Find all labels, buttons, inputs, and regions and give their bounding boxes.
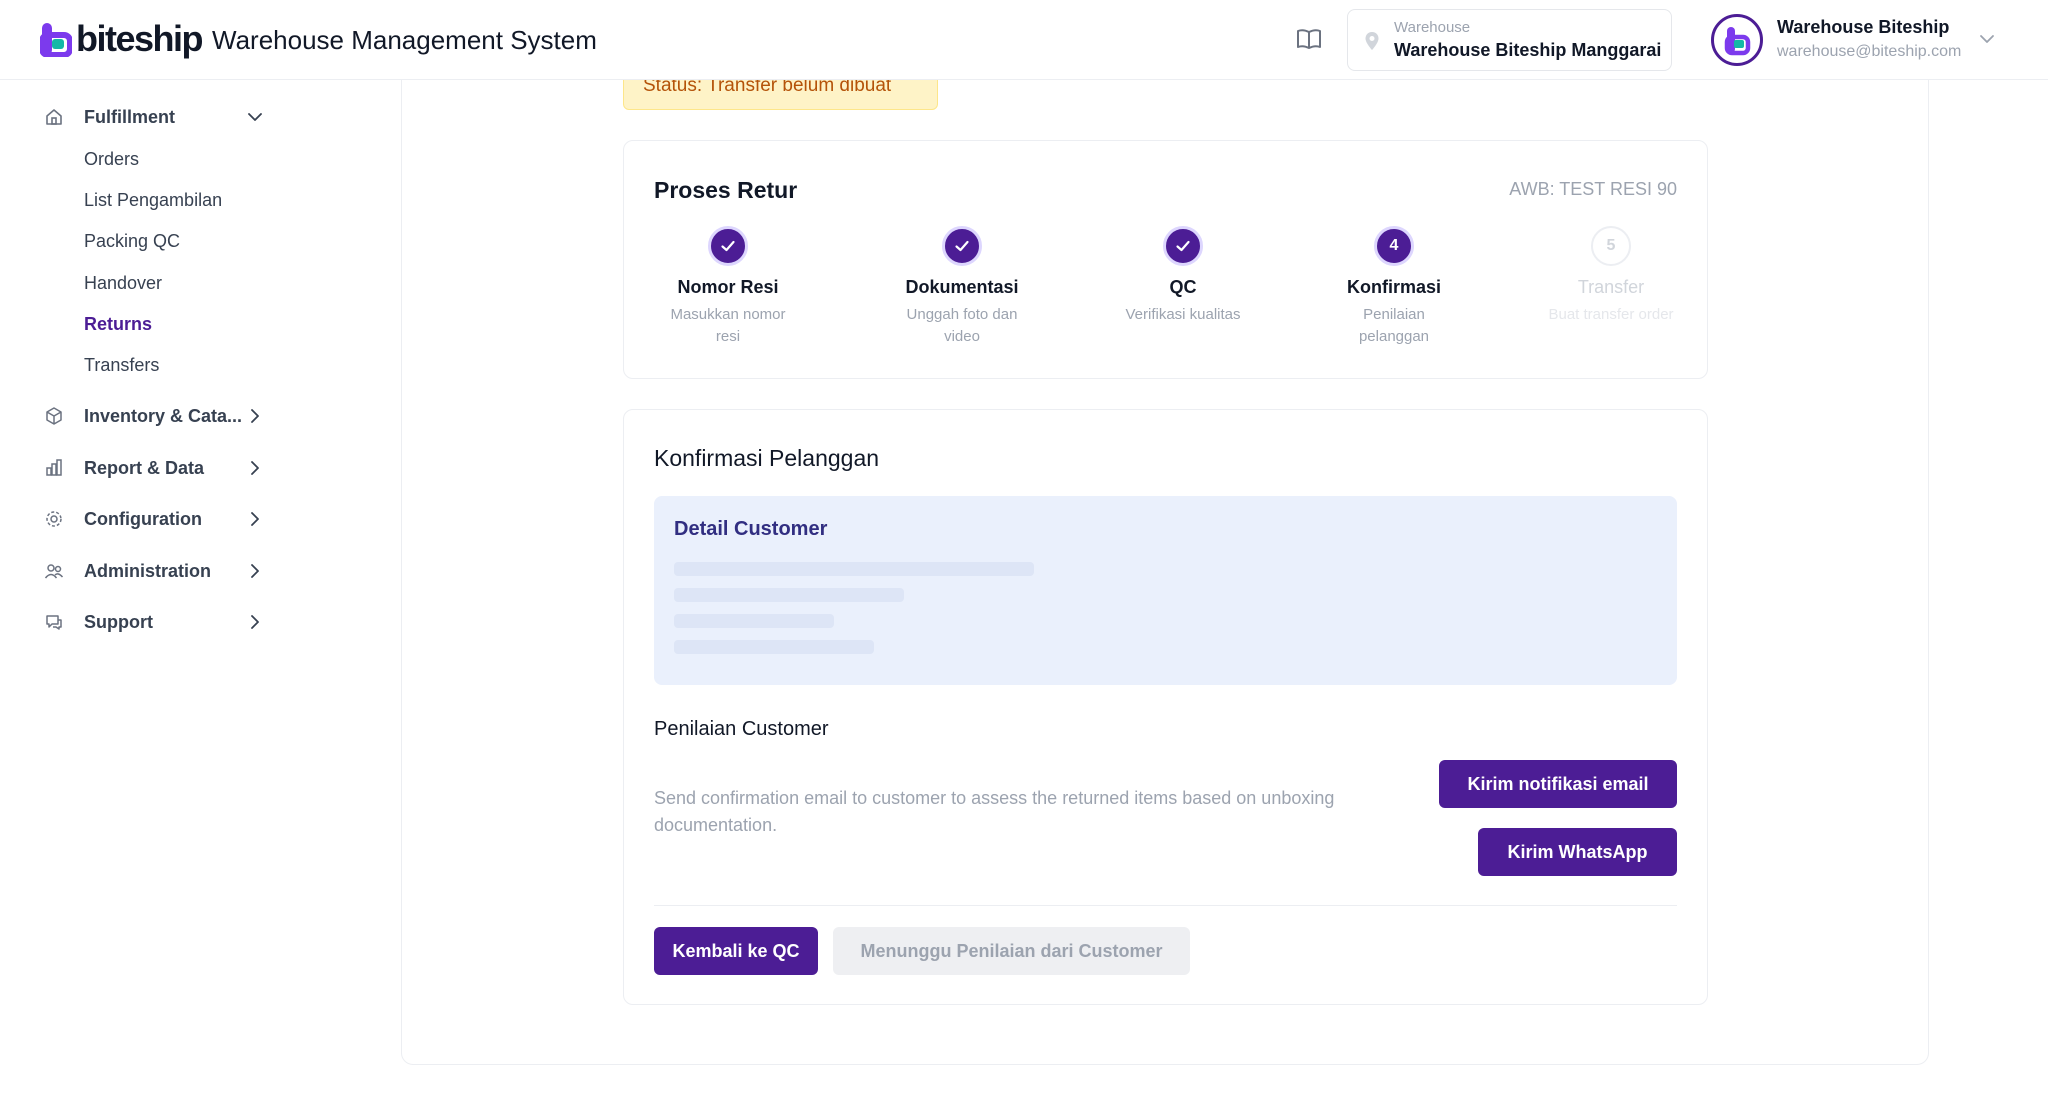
step-number: 5 [1591,226,1631,266]
user-email: warehouse@biteship.com [1777,43,1962,60]
biteship-logo[interactable]: biteship [40,18,204,59]
sidebar-group-configuration[interactable]: Configuration [0,499,290,539]
chevron-right-icon [251,461,259,475]
app-title: Warehouse Management System [212,25,597,55]
sidebar-group-label: Administration [84,560,212,581]
step-check-icon [708,226,748,266]
chevron-right-icon [251,615,259,629]
sidebar-item-packing-qc[interactable]: Packing QC [84,231,180,252]
redacted-customer-line [674,640,874,654]
back-to-qc-button[interactable]: Kembali ke QC [654,927,818,975]
users-icon [44,564,64,579]
redacted-customer-line [674,588,904,602]
step-subtitle: Masukkan nomor resi [670,306,786,345]
warehouse-selector[interactable]: Warehouse Warehouse Biteship Manggarai [1347,9,1672,71]
sidebar-group-label: Report & Data [84,457,205,478]
user-name[interactable]: Warehouse Biteship [1777,17,1949,38]
step-subtitle: Verifikasi kualitas [1125,306,1241,323]
sidebar-item-handover[interactable]: Handover [84,273,162,294]
awb-number: AWB: TEST RESI 90 [1509,179,1677,199]
top-header: biteship Warehouse Management System War… [0,0,2048,80]
logo-text: biteship [76,18,204,59]
warehouse-label: Warehouse [1394,19,1471,36]
sidebar-group-administration[interactable]: Administration [0,551,290,591]
avatar-logo-icon [1724,27,1751,56]
sidebar-item-returns[interactable]: Returns [84,314,152,335]
sidebar-item-orders[interactable]: Orders [84,149,139,170]
step-title: Nomor Resi [677,277,779,297]
step-title: Dokumentasi [905,277,1019,297]
sidebar-group-label: Inventory & Cata... [84,405,243,426]
sidebar-group-label: Configuration [84,508,202,529]
step-dokumentasi: Dokumentasi Unggah foto dan video [862,226,1062,348]
penilaian-description: Send confirmation email to customer to a… [654,788,1335,835]
konfirmasi-pelanggan-card: Konfirmasi Pelanggan Detail Customer Pen… [623,409,1708,1005]
detail-customer-title: Detail Customer [674,518,828,540]
warehouse-name: Warehouse Biteship Manggarai [1394,40,1662,60]
sidebar-item-transfers[interactable]: Transfers [84,355,159,376]
sidebar-group-support[interactable]: Support [0,602,290,642]
chevron-down-icon [248,113,262,121]
send-whatsapp-button[interactable]: Kirim WhatsApp [1478,828,1677,876]
proses-retur-card: Proses Retur AWB: TEST RESI 90 Nomor Res… [623,140,1708,379]
step-subtitle: Unggah foto dan video [906,306,1018,345]
sidebar-group-inventory[interactable]: Inventory & Cata... [0,396,290,436]
step-qc: QC Verifikasi kualitas [1083,226,1283,326]
redacted-customer-line [674,562,1034,576]
step-number: 4 [1374,226,1414,266]
sidebar-group-report[interactable]: Report & Data [0,448,290,488]
chat-icon [46,615,62,630]
step-konfirmasi: 4 Konfirmasi Penilaian pelanggan [1294,226,1494,348]
step-title: Konfirmasi [1346,277,1442,297]
sidebar-group-label: Support [84,611,153,632]
detail-customer-box: Detail Customer [654,496,1677,685]
gear-icon [46,511,62,527]
waiting-assessment-button: Menunggu Penilaian dari Customer [833,927,1190,975]
chevron-right-icon [251,564,259,578]
location-pin-icon [1365,32,1379,50]
sidebar-group-label: Fulfillment [84,106,175,127]
step-nomor-resi: Nomor Resi Masukkan nomor resi [628,226,828,348]
user-avatar[interactable] [1711,14,1763,66]
sidebar: Fulfillment Orders List Pengambilan Pack… [0,80,290,1116]
step-title: Transfer [1577,277,1645,297]
step-check-icon [942,226,982,266]
step-title: QC [1169,277,1197,297]
divider [654,905,1677,906]
biteship-logo-icon [40,23,72,57]
bar-chart-icon [46,459,62,476]
penilaian-customer-title: Penilaian Customer [654,718,829,740]
chevron-right-icon [251,409,259,423]
step-subtitle: Penilaian pelanggan [1358,306,1430,345]
redacted-customer-line [674,614,834,628]
chevron-down-icon[interactable] [1978,30,1996,48]
box-icon [46,407,62,425]
konfirmasi-title: Konfirmasi Pelanggan [654,445,880,471]
proses-retur-title: Proses Retur [654,177,798,203]
book-icon[interactable] [1296,28,1322,50]
send-email-button[interactable]: Kirim notifikasi email [1439,760,1677,808]
step-transfer: 5 Transfer Buat transfer order [1511,226,1711,326]
step-subtitle: Buat transfer order [1548,306,1674,323]
sidebar-group-fulfillment[interactable]: Fulfillment [0,97,290,137]
sidebar-item-list-pengambilan[interactable]: List Pengambilan [84,190,222,211]
home-icon [46,109,62,125]
step-check-icon [1163,226,1203,266]
chevron-right-icon [251,512,259,526]
